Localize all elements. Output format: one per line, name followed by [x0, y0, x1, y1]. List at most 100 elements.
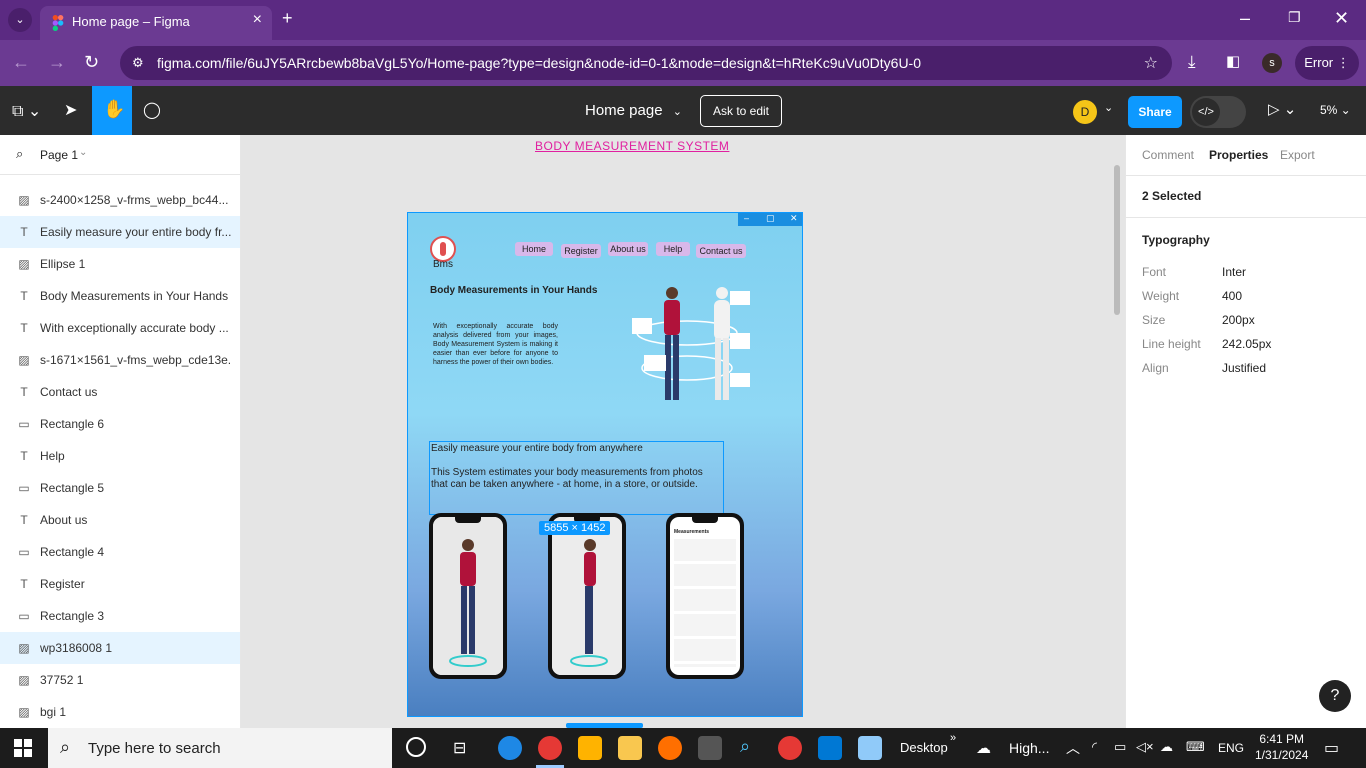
vertical-scrollbar[interactable]	[1114, 165, 1120, 315]
address-row: ← → ↻ ⚙ figma.com/file/6uJY5ARrcbewb8baV…	[0, 40, 1366, 86]
wifi-icon[interactable]: ◜	[1092, 739, 1097, 755]
layer-row[interactable]: ▭ Rectangle 6	[0, 408, 240, 440]
browser-tab[interactable]: Home page – Figma ×	[40, 6, 272, 40]
layer-row[interactable]: T Contact us	[0, 376, 240, 408]
figma-favicon-icon	[52, 15, 64, 31]
layer-row[interactable]: ▨ s-1671×1561_v-fms_webp_cde13e...	[0, 344, 240, 376]
chevron-up-icon[interactable]: ︿	[1066, 738, 1080, 758]
zoom-level[interactable]: 5% ⌄	[1320, 103, 1351, 117]
close-tab-icon[interactable]: ×	[253, 11, 262, 29]
nav-home[interactable]: Home	[515, 242, 553, 256]
layer-row[interactable]: T Register	[0, 568, 240, 600]
layer-row[interactable]: ▨ wp3186008 1	[0, 632, 240, 664]
layer-row[interactable]: ▨ bgi 1	[0, 696, 240, 728]
layer-row[interactable]: ▭ Rectangle 4	[0, 536, 240, 568]
layer-row[interactable]: T Easily measure your entire body fr...	[0, 216, 240, 248]
ask-to-edit-button[interactable]: Ask to edit	[700, 95, 782, 127]
selected-text-line-2: This System estimates your body measurem…	[431, 467, 703, 491]
taskbar-search[interactable]: ⌕ Type here to search	[48, 728, 392, 768]
vscode-icon[interactable]	[818, 736, 842, 760]
nav-contact-us[interactable]: Contact us	[696, 244, 746, 258]
clock[interactable]: 6:41 PM 1/31/2024	[1255, 731, 1308, 763]
nav-help[interactable]: Help	[656, 242, 690, 256]
brave-icon[interactable]	[658, 736, 682, 760]
figma-menu-icon[interactable]: ⧉ ⌄	[12, 101, 41, 121]
close-window-icon[interactable]: ✕	[1334, 8, 1349, 29]
layer-row[interactable]: T About us	[0, 504, 240, 536]
app-icon[interactable]	[858, 736, 882, 760]
weather-icon[interactable]: ☁	[976, 739, 991, 757]
chrome-alt-icon[interactable]	[778, 736, 802, 760]
battery-icon[interactable]: ▭	[1114, 739, 1126, 755]
present-icon[interactable]: ▷ ⌄	[1268, 100, 1296, 118]
layer-row[interactable]: ▨ Ellipse 1	[0, 248, 240, 280]
network-error-icon[interactable]: ☁	[1160, 739, 1173, 755]
edge-icon[interactable]	[498, 736, 522, 760]
nav-register[interactable]: Register	[561, 244, 601, 258]
file-title[interactable]: Home page ⌄	[585, 102, 682, 119]
side-panel-icon[interactable]: ◧	[1226, 52, 1240, 70]
chevron-down-icon[interactable]: ⌄	[1104, 101, 1113, 114]
chevron-down-icon: ⌄	[79, 147, 88, 158]
share-button[interactable]: Share	[1128, 96, 1182, 128]
chrome-profile-icon[interactable]	[578, 736, 602, 760]
search-icon[interactable]: ⌕	[16, 146, 23, 162]
layer-row[interactable]: ▭ Rectangle 3	[0, 600, 240, 632]
design-frame[interactable]: – ▢ ✕ Bms Home Register About us Help Cont…	[407, 212, 803, 717]
forward-icon[interactable]: →	[48, 52, 66, 73]
chrome-icon[interactable]	[538, 736, 562, 760]
tab-properties[interactable]: Properties	[1209, 148, 1268, 162]
layer-name: 37752 1	[40, 673, 84, 687]
tab-search-icon[interactable]: ⌄	[8, 8, 32, 32]
minimize-icon[interactable]: –	[1240, 8, 1250, 29]
hand-tool-button[interactable]: ✋	[92, 86, 132, 135]
page-selector[interactable]: ⌕ Page 1 ⌄	[0, 135, 240, 175]
layer-row[interactable]: ▨ s-2400×1258_v-frms_webp_bc44...	[0, 184, 240, 216]
cortana-icon[interactable]	[406, 737, 426, 757]
layer-row[interactable]: ▨ 37752 1	[0, 664, 240, 696]
line-height-label: Line height	[1142, 337, 1201, 351]
chevron-right-icon[interactable]: »	[950, 732, 956, 744]
desktop-label[interactable]: Desktop	[900, 740, 948, 755]
language-indicator[interactable]: ENG	[1218, 741, 1244, 755]
search-app-icon[interactable]: ⌕	[740, 736, 750, 757]
tab-comment[interactable]: Comment	[1142, 148, 1194, 162]
back-icon[interactable]: ←	[12, 52, 30, 73]
nav-about-us[interactable]: About us	[608, 242, 648, 256]
keyboard-icon[interactable]: ⌨	[1186, 739, 1205, 755]
profile-avatar[interactable]: s	[1262, 53, 1282, 73]
dev-mode-toggle[interactable]: </>	[1190, 96, 1246, 128]
new-tab-icon[interactable]: +	[282, 8, 293, 29]
layer-row[interactable]: T Help	[0, 440, 240, 472]
comment-tool-icon[interactable]: ◯	[143, 100, 161, 120]
restore-icon[interactable]: ❐	[1288, 9, 1301, 26]
volume-muted-icon[interactable]: ◁×	[1136, 739, 1154, 755]
design-canvas[interactable]: BODY MEASUREMENT SYSTEM – ▢ ✕ Bms Home Reg…	[241, 135, 1125, 728]
reload-icon[interactable]: ↻	[84, 52, 99, 73]
address-bar[interactable]: ⚙ figma.com/file/6uJY5ARrcbewb8baVgL5Yo/…	[120, 46, 1172, 80]
task-view-icon[interactable]: ⊟	[453, 738, 466, 758]
selected-text-box[interactable]: Easily measure your entire body from any…	[429, 441, 724, 515]
notifications-icon[interactable]: ▭	[1324, 738, 1339, 758]
layer-row[interactable]: ▭ Rectangle 5	[0, 472, 240, 504]
move-tool-icon[interactable]: ➤	[64, 100, 77, 120]
bookmark-star-icon[interactable]: ☆	[1144, 53, 1158, 73]
layer-name: Body Measurements in Your Hands	[40, 289, 229, 303]
rect-layer-icon: ▭	[18, 481, 30, 495]
search-icon: ⌕	[60, 737, 71, 757]
measurement-cards	[674, 539, 736, 667]
site-info-icon[interactable]: ⚙	[132, 55, 144, 71]
file-explorer-icon[interactable]	[618, 736, 642, 760]
layer-row[interactable]: T With exceptionally accurate body ...	[0, 312, 240, 344]
help-button[interactable]: ?	[1319, 680, 1351, 712]
rect-layer-icon: ▭	[18, 545, 30, 559]
layer-row[interactable]: T Body Measurements in Your Hands	[0, 280, 240, 312]
frame-heading: BODY MEASUREMENT SYSTEM	[535, 139, 730, 153]
weather-text[interactable]: High...	[1009, 740, 1049, 756]
windows-start-icon[interactable]	[14, 739, 32, 757]
collaborator-avatar[interactable]: D	[1073, 100, 1097, 124]
app-m-icon[interactable]	[698, 736, 722, 760]
download-icon[interactable]: ⤓	[1188, 52, 1196, 72]
error-button[interactable]: Error ⋮	[1295, 46, 1359, 80]
tab-export[interactable]: Export	[1280, 148, 1315, 162]
